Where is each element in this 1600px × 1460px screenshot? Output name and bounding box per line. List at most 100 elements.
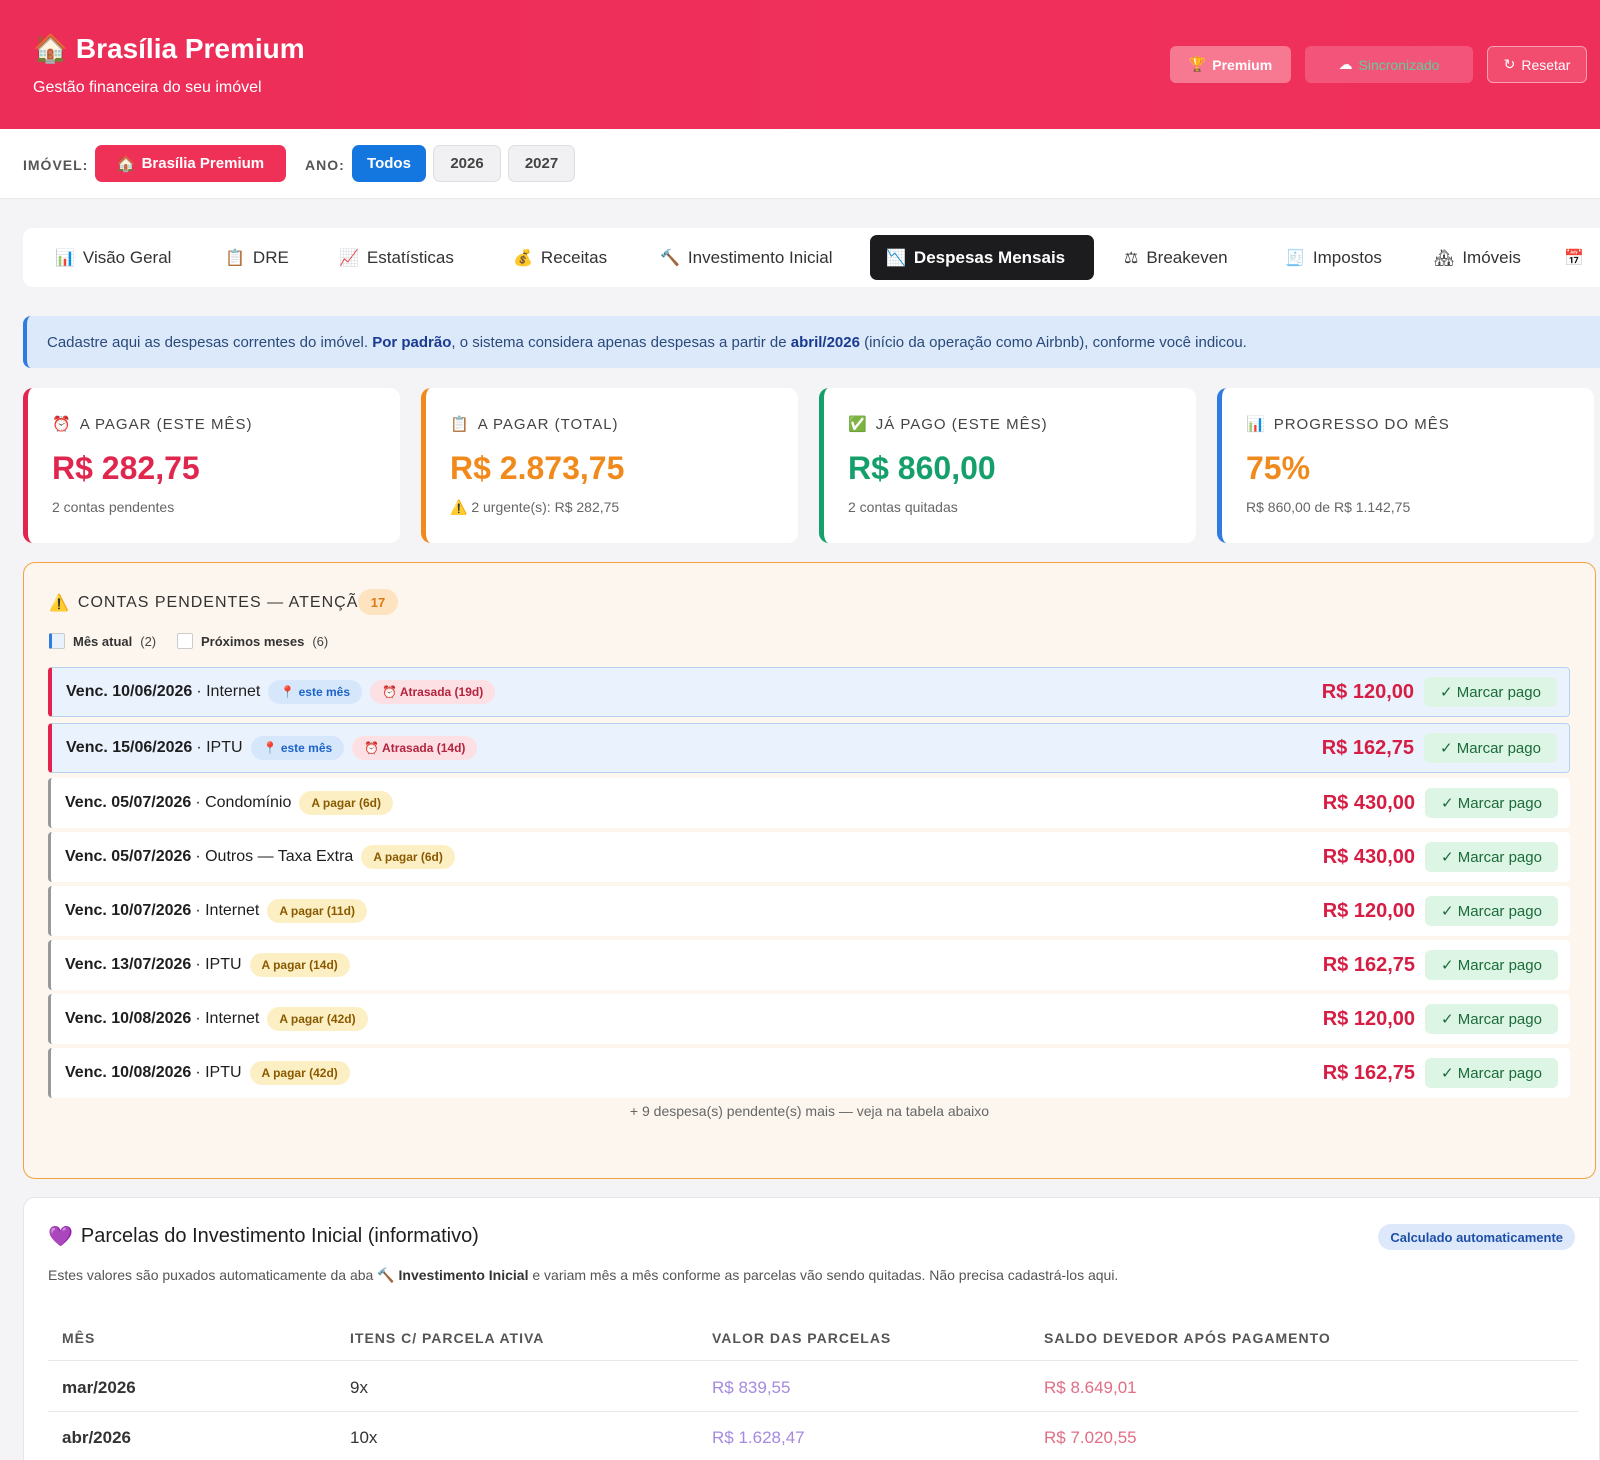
cloud-icon: ☁ bbox=[1338, 56, 1353, 73]
col-header-saldo: SALDO DEVEDOR APÓS PAGAMENTO bbox=[1044, 1330, 1331, 1346]
amount: R$ 162,75 bbox=[1322, 1061, 1415, 1084]
banner-bold: abril/2026 bbox=[790, 333, 860, 351]
due-date: Venc. 10/08/2026 bbox=[65, 1010, 192, 1027]
overdue-badge: ⏰ Atrasada (19d) bbox=[370, 680, 496, 704]
tab-estatisticas[interactable]: 📈 Estatísticas bbox=[323, 235, 470, 280]
tab-label: Visão Geral bbox=[82, 247, 172, 267]
reset-label: Resetar bbox=[1521, 56, 1571, 73]
house-icon: 🏠 bbox=[33, 32, 68, 65]
pendentes-title: ⚠️ CONTAS PENDENTES — ATENÇÃO bbox=[49, 593, 372, 612]
table-divider bbox=[48, 1360, 1578, 1361]
tab-impostos[interactable]: 🧾 Impostos bbox=[1269, 235, 1398, 280]
clipboard-icon: 📋 bbox=[450, 415, 470, 433]
card-value: R$ 282,75 bbox=[52, 450, 200, 486]
tab-dre[interactable]: 📋 DRE bbox=[209, 235, 305, 280]
mark-paid-button[interactable]: ✓ Marcar pago bbox=[1425, 896, 1558, 926]
expense-name: · Outros — Taxa Extra bbox=[195, 848, 354, 865]
more-pending-note: + 9 despesa(s) pendente(s) mais — veja n… bbox=[629, 1103, 990, 1119]
imovel-value: Brasília Premium bbox=[141, 155, 265, 172]
pending-row: Venc. 10/06/2026 · Internet 📍 este mês ⏰ At… bbox=[48, 667, 1570, 717]
legend-count: (6) bbox=[312, 633, 329, 649]
card-a-pagar-mes: ⏰ A PAGAR (ESTE MÊS) R$ 282,75 2 contas p… bbox=[23, 388, 400, 543]
legend-next: Próximos meses (6) bbox=[177, 633, 328, 649]
money-bag-icon: 💰 bbox=[513, 248, 533, 267]
app-subtitle: Gestão financeira do seu imóvel bbox=[33, 79, 262, 96]
parcelas-section: 💜 Parcelas do Investimento Inicial (info… bbox=[23, 1197, 1600, 1460]
amount: R$ 120,00 bbox=[1322, 1007, 1415, 1030]
tab-label: Imóveis bbox=[1462, 247, 1521, 267]
bar-chart-icon: 📊 bbox=[1246, 415, 1266, 433]
cell-itens: 10x bbox=[350, 1428, 378, 1447]
cell-valor: R$ 1.628,47 bbox=[712, 1428, 805, 1447]
year-chip-2026[interactable]: 2026 bbox=[433, 145, 501, 182]
mark-paid-button[interactable]: ✓ Marcar pago bbox=[1425, 788, 1558, 818]
tab-breakeven[interactable]: ⚖ Breakeven bbox=[1108, 235, 1244, 280]
parcelas-title-text: Parcelas do Investimento Inicial (inform… bbox=[80, 1224, 479, 1247]
due-date: Venc. 10/07/2026 bbox=[65, 902, 192, 919]
col-header-valor: VALOR DAS PARCELAS bbox=[712, 1330, 892, 1346]
app-title-text: Brasília Premium bbox=[75, 32, 305, 64]
card-subtitle: R$ 860,00 de R$ 1.142,75 bbox=[1246, 499, 1411, 515]
col-header-mes: MÊS bbox=[62, 1330, 96, 1346]
cell-saldo: R$ 7.020,55 bbox=[1044, 1428, 1137, 1447]
sync-status-button[interactable]: ☁ Sincronizado bbox=[1305, 46, 1473, 83]
card-ja-pago: ✅ JÁ PAGO (ESTE MÊS) R$ 860,00 2 contas q… bbox=[819, 388, 1196, 543]
parcelas-title: 💜 Parcelas do Investimento Inicial (info… bbox=[48, 1224, 479, 1248]
tab-investimento-inicial[interactable]: 🔨 Investimento Inicial bbox=[644, 235, 849, 280]
due-soon-badge: A pagar (14d) bbox=[249, 953, 350, 977]
receipt-icon: 🧾 bbox=[1285, 248, 1305, 267]
cell-valor: R$ 839,55 bbox=[712, 1378, 791, 1397]
tab-overflow[interactable]: 📅 bbox=[1564, 235, 1584, 280]
sync-label: Sincronizado bbox=[1358, 56, 1440, 73]
mark-paid-button[interactable]: ✓ Marcar pago bbox=[1425, 950, 1558, 980]
year-chip-todos[interactable]: Todos bbox=[352, 145, 426, 182]
due-soon-badge: A pagar (42d) bbox=[249, 1061, 350, 1085]
mark-paid-button[interactable]: ✓ Marcar pago bbox=[1425, 1058, 1558, 1088]
card-title: PROGRESSO DO MÊS bbox=[1273, 415, 1450, 433]
tab-receitas[interactable]: 💰 Receitas bbox=[497, 235, 623, 280]
warning-icon: ⚠️ bbox=[49, 593, 70, 612]
desc-link-text: Investimento Inicial bbox=[398, 1267, 529, 1283]
col-header-itens: ITENS C/ PARCELA ATIVA bbox=[350, 1330, 545, 1346]
tab-label: DRE bbox=[252, 247, 289, 267]
cell-mes: abr/2026 bbox=[62, 1428, 131, 1447]
reset-button[interactable]: ↻ Resetar bbox=[1487, 46, 1587, 83]
due-date: Venc. 10/08/2026 bbox=[65, 1064, 192, 1081]
tab-visao-geral[interactable]: 📊 Visão Geral bbox=[39, 235, 187, 280]
expense-name: · IPTU bbox=[196, 739, 243, 756]
pending-row: Venc. 10/07/2026 · Internet A pagar (11d) R… bbox=[48, 886, 1570, 936]
card-value: R$ 2.873,75 bbox=[450, 450, 625, 486]
mark-paid-button[interactable]: ✓ Marcar pago bbox=[1425, 842, 1558, 872]
hammer-icon: 🔨 bbox=[660, 248, 680, 267]
app-header: 🏠 Brasília Premium Gestão financeira do … bbox=[0, 0, 1600, 129]
app-title: 🏠 Brasília Premium bbox=[33, 32, 305, 65]
card-title: A PAGAR (TOTAL) bbox=[477, 415, 619, 433]
house-icon: 🏠 bbox=[116, 154, 136, 173]
calendar-icon: 📅 bbox=[1564, 248, 1584, 267]
tab-label: Impostos bbox=[1312, 247, 1382, 267]
mark-paid-button[interactable]: ✓ Marcar pago bbox=[1424, 677, 1557, 707]
pending-row: Venc. 10/08/2026 · Internet A pagar (42d) R… bbox=[48, 994, 1570, 1044]
tab-imoveis[interactable]: 🏘 Imóveis bbox=[1418, 235, 1537, 280]
houses-icon: 🏘 bbox=[1434, 248, 1455, 267]
banner-text: (início da operação como Airbnb), confor… bbox=[859, 333, 1247, 351]
premium-button[interactable]: 🏆 Premium bbox=[1170, 46, 1291, 83]
due-date: Venc. 05/07/2026 bbox=[65, 848, 192, 865]
legend-swatch-next bbox=[177, 633, 193, 649]
tabs-bar: 📊 Visão Geral 📋 DRE 📈 Estatísticas 💰 Receita… bbox=[23, 228, 1600, 287]
scale-icon: ⚖ bbox=[1124, 248, 1139, 267]
check-icon: ✅ bbox=[848, 415, 868, 433]
year-chip-2027[interactable]: 2027 bbox=[508, 145, 575, 182]
imovel-selector[interactable]: 🏠 Brasília Premium bbox=[95, 145, 286, 182]
mark-paid-button[interactable]: ✓ Marcar pago bbox=[1424, 733, 1557, 763]
expense-name: · Internet bbox=[195, 902, 260, 919]
reset-icon: ↻ bbox=[1503, 56, 1516, 73]
amount: R$ 162,75 bbox=[1322, 953, 1415, 976]
desc-text: e variam mês a mês conforme as parcelas … bbox=[528, 1267, 1119, 1283]
card-subtitle: 2 contas quitadas bbox=[848, 499, 958, 515]
parcelas-description: Estes valores são puxados automaticament… bbox=[48, 1267, 1118, 1284]
tab-despesas-mensais[interactable]: 📉 Despesas Mensais bbox=[870, 235, 1094, 280]
mark-paid-button[interactable]: ✓ Marcar pago bbox=[1425, 1004, 1558, 1034]
legend-label: Próximos meses bbox=[201, 633, 305, 649]
card-title: JÁ PAGO (ESTE MÊS) bbox=[875, 415, 1048, 433]
